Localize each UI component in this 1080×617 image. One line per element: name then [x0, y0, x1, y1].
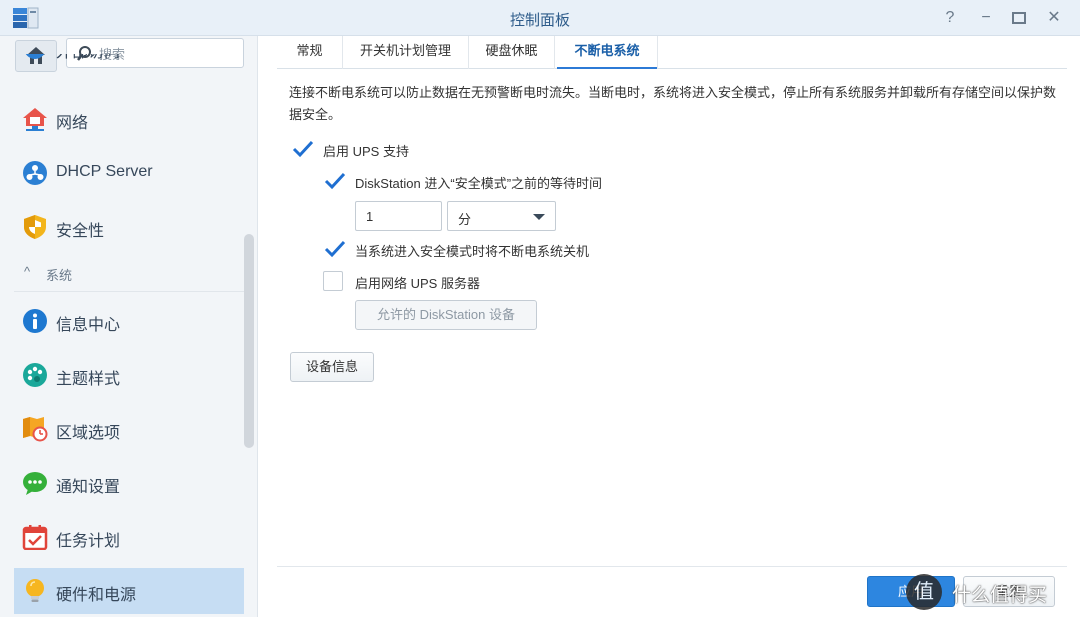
network-house-icon	[22, 106, 48, 132]
sidebar-nav: 外部访问 网络	[14, 54, 244, 617]
help-button[interactable]: ?	[938, 6, 962, 30]
security-shield-icon	[22, 214, 48, 240]
wait-time-label: DiskStation 进入“安全模式”之前的等待时间	[355, 176, 603, 191]
sidebar-item-dhcp-server[interactable]: DHCP Server	[14, 150, 244, 196]
notification-icon	[22, 470, 48, 496]
main-panel: 常规 开关机计划管理 硬盘休眠 不断电系统 连接不断电系统可以防止数据在无预警断…	[277, 36, 1067, 617]
sidebar-item-task-scheduler[interactable]: 任务计划	[14, 514, 244, 560]
tab-bar: 常规 开关机计划管理 硬盘休眠 不断电系统	[277, 36, 1067, 69]
shutdown-ups-checkbox-row[interactable]: 当系统进入安全模式时将不断电系统关机	[323, 238, 663, 262]
sidebar-item-theme[interactable]: 主题样式	[14, 352, 244, 398]
wait-time-input[interactable]	[356, 202, 441, 230]
watermark-text: 什么值得买	[952, 585, 1048, 606]
tab-power-schedule[interactable]: 开关机计划管理	[343, 36, 469, 69]
network-ups-server-label: 启用网络 UPS 服务器	[355, 276, 480, 291]
watermark-badge: 值	[906, 574, 942, 610]
wait-time-input-box[interactable]	[355, 201, 442, 231]
enable-ups-checkbox-row[interactable]: 启用 UPS 支持	[291, 138, 491, 162]
sidebar-item-label: 通知设置	[56, 479, 121, 496]
shutdown-ups-checkbox[interactable]	[323, 239, 346, 259]
sidebar: 外部访问 网络	[0, 36, 258, 617]
sidebar-item-notification[interactable]: 通知设置	[14, 460, 244, 506]
sidebar-item-label: 主题样式	[56, 371, 121, 388]
watermark: 值 什么值得买	[906, 574, 1080, 610]
network-ups-server-checkbox-row[interactable]: 启用网络 UPS 服务器	[323, 270, 563, 294]
sidebar-item-security[interactable]: 安全性	[14, 204, 244, 250]
allowed-devices-button[interactable]: 允许的 DiskStation 设备	[355, 300, 537, 330]
enable-ups-label: 启用 UPS 支持	[323, 144, 409, 159]
shutdown-ups-label: 当系统进入安全模式时将不断电系统关机	[355, 244, 590, 259]
window-title: 控制面板	[509, 12, 570, 29]
network-ups-server-checkbox[interactable]	[323, 271, 343, 291]
sidebar-item-label: 任务计划	[56, 533, 121, 550]
regional-options-icon	[22, 416, 48, 442]
sidebar-group-label: 系统	[46, 268, 73, 283]
hardware-power-icon	[22, 578, 48, 604]
maximize-button[interactable]	[1007, 6, 1031, 30]
sidebar-item-hardware-power[interactable]: 硬件和电源	[14, 568, 244, 614]
tab-divider	[657, 36, 658, 69]
device-info-button[interactable]: 设备信息	[290, 352, 374, 382]
minimize-button[interactable]: −	[974, 6, 998, 30]
tab-general[interactable]: 常规	[277, 36, 343, 69]
theme-palette-icon	[22, 362, 48, 388]
tab-hdd-hibernation[interactable]: 硬盘休眠	[469, 36, 555, 69]
sidebar-scrollbar[interactable]	[244, 234, 254, 448]
checkmark-icon	[292, 140, 314, 158]
chevron-down-icon	[533, 214, 545, 220]
sidebar-item-label: 安全性	[56, 223, 105, 240]
wait-unit-select[interactable]: 分	[447, 201, 556, 231]
info-icon	[22, 308, 48, 334]
sidebar-item-label: 区域选项	[56, 425, 121, 442]
close-button[interactable]: ✕	[1042, 6, 1066, 30]
tab-ups[interactable]: 不断电系统	[557, 36, 657, 69]
sidebar-group-system[interactable]: ^ 系统	[14, 256, 244, 292]
chevron-up-icon: ^	[24, 264, 31, 279]
wait-time-checkbox[interactable]	[323, 171, 346, 191]
checkmark-icon	[324, 172, 346, 190]
sidebar-item-label: 信息中心	[56, 317, 121, 334]
ups-description: 连接不断电系统可以防止数据在无预警断电时流失。当断电时，系统将进入安全模式，停止…	[289, 85, 1057, 122]
enable-ups-checkbox[interactable]	[291, 139, 314, 159]
wait-time-checkbox-row[interactable]: DiskStation 进入“安全模式”之前的等待时间	[323, 170, 683, 194]
sidebar-item-info-center[interactable]: 信息中心	[14, 298, 244, 344]
sidebar-item-label: DHCP Server	[56, 163, 153, 180]
sidebar-item-label: 网络	[56, 115, 89, 132]
sidebar-item-network[interactable]: 网络	[14, 96, 244, 142]
external-access-icon	[22, 54, 48, 61]
sidebar-item-label: 外部访问	[56, 54, 120, 62]
footer-divider	[277, 566, 1067, 567]
window-titlebar: 控制面板 ? − ✕	[0, 0, 1080, 36]
checkmark-icon	[324, 240, 346, 258]
sidebar-item-regional-options[interactable]: 区域选项	[14, 406, 244, 452]
dhcp-server-icon	[22, 160, 48, 186]
wait-unit-value: 分	[458, 212, 472, 227]
task-scheduler-icon	[22, 524, 48, 551]
sidebar-item-external-access[interactable]: 外部访问	[14, 54, 244, 67]
sidebar-item-label: 硬件和电源	[56, 587, 137, 604]
